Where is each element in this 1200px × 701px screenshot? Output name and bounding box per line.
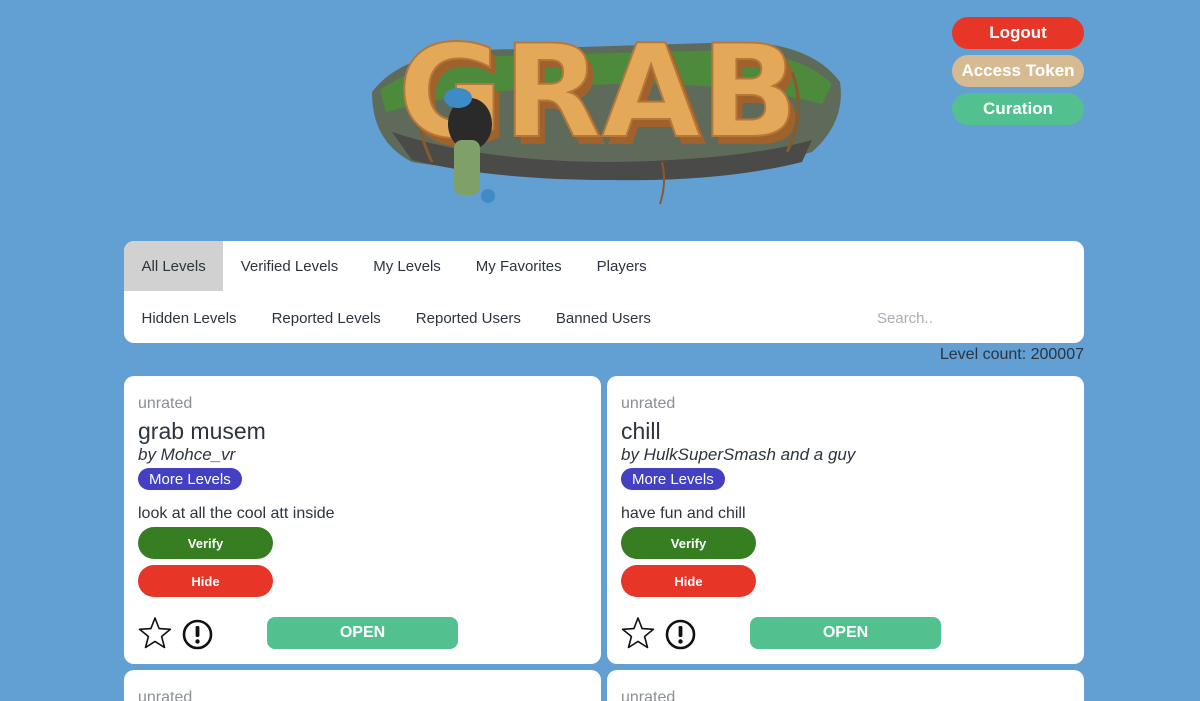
tab-my-favorites[interactable]: My Favorites <box>458 241 579 291</box>
tab-my-levels[interactable]: My Levels <box>356 241 459 291</box>
level-card: unrated grab musem by Mohce_vr More Leve… <box>124 376 601 664</box>
verify-button[interactable]: Verify <box>138 527 273 559</box>
star-outline-icon[interactable] <box>138 616 172 650</box>
level-author: by Mohce_vr <box>138 445 236 464</box>
level-card: unrated <box>607 670 1084 701</box>
level-rating: unrated <box>621 395 676 412</box>
open-level-button[interactable]: OPEN <box>750 617 941 649</box>
level-rating: unrated <box>621 689 676 701</box>
verify-button[interactable]: Verify <box>621 527 756 559</box>
curation-button[interactable]: Curation <box>952 93 1084 125</box>
star-outline-icon[interactable] <box>621 616 655 650</box>
logout-button[interactable]: Logout <box>952 17 1084 49</box>
more-levels-button[interactable]: More Levels <box>621 468 725 490</box>
access-token-button[interactable]: Access Token <box>952 55 1084 87</box>
tab-reported-users[interactable]: Reported Users <box>398 293 538 343</box>
level-description: look at all the cool att inside <box>138 505 335 522</box>
tab-banned-users[interactable]: Banned Users <box>538 293 668 343</box>
header-actions: Logout Access Token Curation <box>952 17 1084 125</box>
tab-players[interactable]: Players <box>579 241 664 291</box>
more-levels-button[interactable]: More Levels <box>138 468 242 490</box>
exclamation-circle-icon[interactable] <box>182 619 213 650</box>
level-rating: unrated <box>138 395 193 412</box>
tab-all-levels[interactable]: All Levels <box>124 241 224 291</box>
hide-button[interactable]: Hide <box>621 565 756 597</box>
level-nav-panel: All Levels Verified Levels My Levels My … <box>124 241 1084 343</box>
open-level-button[interactable]: OPEN <box>267 617 458 649</box>
tab-hidden-levels[interactable]: Hidden Levels <box>124 293 254 343</box>
level-title: chill <box>621 418 661 444</box>
level-title: grab musem <box>138 418 266 444</box>
level-count: Level count: 200007 <box>939 346 1084 363</box>
grab-logo: GRAB GRAB <box>362 12 846 207</box>
tab-verified-levels[interactable]: Verified Levels <box>223 241 356 291</box>
level-rating: unrated <box>138 689 193 701</box>
exclamation-circle-icon[interactable] <box>665 619 696 650</box>
tab-reported-levels[interactable]: Reported Levels <box>254 293 398 343</box>
hide-button[interactable]: Hide <box>138 565 273 597</box>
search-input[interactable] <box>877 293 1077 343</box>
nav-row-moderation: Hidden Levels Reported Levels Reported U… <box>124 293 668 343</box>
nav-row-primary: All Levels Verified Levels My Levels My … <box>124 241 664 291</box>
grab-logo-image: GRAB GRAB <box>372 17 841 205</box>
level-author: by HulkSuperSmash and a guy <box>621 445 856 464</box>
level-description: have fun and chill <box>621 505 746 522</box>
level-card: unrated chill by HulkSuperSmash and a gu… <box>607 376 1084 664</box>
level-card: unrated <box>124 670 601 701</box>
